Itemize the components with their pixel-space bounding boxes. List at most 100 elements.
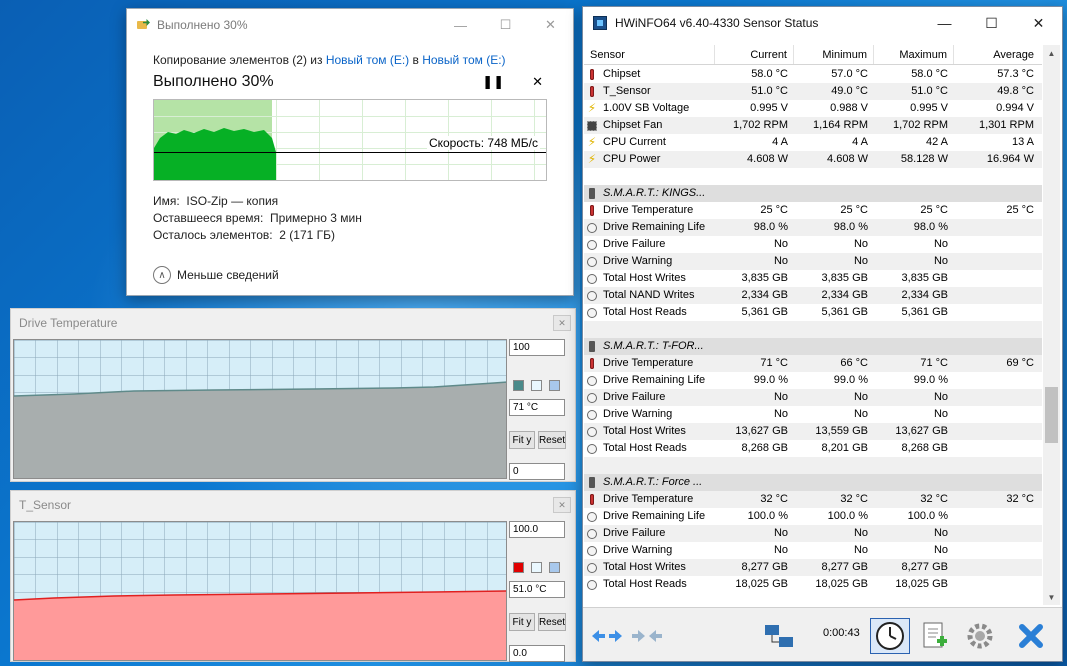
sensor-row[interactable]: Drive Failure No No No bbox=[584, 236, 1042, 253]
sensor-row[interactable]: Drive Failure No No No bbox=[584, 525, 1042, 542]
graph-min-value[interactable]: 0.0 bbox=[509, 645, 565, 662]
dest-link[interactable]: Новый том (E:) bbox=[422, 53, 505, 67]
sensor-row[interactable]: Total NAND Writes 2,334 GB 2,334 GB 2,334 G… bbox=[584, 287, 1042, 304]
settings-icon[interactable] bbox=[960, 618, 1000, 654]
sensor-row[interactable]: Drive Warning No No No bbox=[584, 406, 1042, 423]
sensor-row[interactable]: Drive Warning No No No bbox=[584, 253, 1042, 270]
col-header-current[interactable]: Current bbox=[715, 45, 794, 64]
name-label: Имя: bbox=[153, 194, 180, 208]
sensor-row[interactable]: Drive Remaining Life 100.0 % 100.0 % 100.0 … bbox=[584, 508, 1042, 525]
sensor-row[interactable]: Drive Temperature 32 °C 32 °C 32 °C 32 °C bbox=[584, 491, 1042, 508]
sensor-row[interactable] bbox=[584, 321, 1042, 338]
sensor-row[interactable]: Chipset Fan 1,702 RPM 1,164 RPM 1,702 RPM 1,… bbox=[584, 117, 1042, 134]
vertical-scrollbar[interactable]: ▲ ▼ bbox=[1043, 45, 1060, 605]
sensor-row[interactable]: Chipset 58.0 °C 57.0 °C 58.0 °C 57.3 °C bbox=[584, 66, 1042, 83]
drive-icon-glyph bbox=[589, 477, 595, 488]
sensor-name-cell: T_Sensor bbox=[584, 83, 715, 100]
arrows-left-right-icon[interactable] bbox=[587, 618, 627, 654]
current-value: 18,025 GB bbox=[735, 578, 788, 590]
sensor-row[interactable]: ⚡ CPU Current 4 A 4 A 42 A 13 A bbox=[584, 134, 1042, 151]
source-link[interactable]: Новый том (E:) bbox=[326, 53, 409, 67]
scroll-thumb[interactable] bbox=[1045, 387, 1058, 443]
minimize-button[interactable]: — bbox=[438, 9, 483, 41]
pause-icon[interactable]: ❚❚ bbox=[482, 74, 504, 90]
sensor-row[interactable]: ⚡ 1.00V SB Voltage 0.995 V 0.988 V 0.995 V 0.… bbox=[584, 100, 1042, 117]
arrows-right-left-icon[interactable] bbox=[627, 618, 667, 654]
close-icon[interactable]: ✕ bbox=[553, 497, 571, 513]
sensor-name-cell: Drive Remaining Life bbox=[584, 219, 715, 236]
color-swatch[interactable] bbox=[513, 562, 524, 573]
sensor-row[interactable]: Total Host Writes 8,277 GB 8,277 GB 8,277 G… bbox=[584, 559, 1042, 576]
thermometer-icon-glyph bbox=[590, 86, 594, 97]
sensor-row[interactable]: Total Host Writes 13,627 GB 13,559 GB 13,62… bbox=[584, 423, 1042, 440]
col-header-sensor[interactable]: Sensor bbox=[584, 45, 715, 64]
current-value: 2,334 GB bbox=[741, 289, 788, 301]
graph-max-value[interactable]: 100 bbox=[509, 339, 565, 356]
sensor-name: Total Host Writes bbox=[603, 425, 686, 437]
close-x-icon[interactable] bbox=[1011, 618, 1051, 654]
sensor-name: 1.00V SB Voltage bbox=[603, 102, 690, 114]
color-swatch[interactable] bbox=[531, 562, 542, 573]
sensor-row[interactable]: Total Host Reads 8,268 GB 8,201 GB 8,268 GB bbox=[584, 440, 1042, 457]
col-header-minimum[interactable]: Minimum bbox=[794, 45, 874, 64]
sensor-group-row[interactable]: S.M.A.R.T.: T-FOR... bbox=[584, 338, 1042, 355]
clock-icon[interactable] bbox=[870, 618, 910, 654]
graph-min-value[interactable]: 0 bbox=[509, 463, 565, 480]
hwinfo-title-bar[interactable]: HWiNFO64 v6.40-4330 Sensor Status — ☐ ✕ bbox=[583, 7, 1062, 39]
sensor-row[interactable] bbox=[584, 457, 1042, 474]
color-swatch[interactable] bbox=[531, 380, 542, 391]
sensor-row[interactable]: Total Host Reads 18,025 GB 18,025 GB 18,025… bbox=[584, 576, 1042, 593]
close-button[interactable]: ✕ bbox=[1015, 7, 1062, 39]
scroll-down-icon[interactable]: ▼ bbox=[1043, 589, 1060, 605]
sensor-row[interactable]: Drive Failure No No No bbox=[584, 389, 1042, 406]
copy-title-bar[interactable]: Выполнено 30% — ☐ ✕ bbox=[127, 9, 573, 41]
circle-icon bbox=[584, 545, 600, 556]
graph-max-value[interactable]: 100.0 bbox=[509, 521, 565, 538]
minimum-value: 49.0 °C bbox=[831, 85, 868, 97]
sensor-name: Drive Remaining Life bbox=[603, 374, 706, 386]
less-details-button[interactable]: ∧ Меньше сведений bbox=[153, 266, 547, 284]
fit-y-button[interactable]: Fit y bbox=[509, 431, 535, 449]
sensor-row[interactable]: Drive Remaining Life 98.0 % 98.0 % 98.0 % bbox=[584, 219, 1042, 236]
close-icon[interactable]: ✕ bbox=[553, 315, 571, 331]
sensor-row[interactable]: Drive Remaining Life 99.0 % 99.0 % 99.0 % bbox=[584, 372, 1042, 389]
col-header-average[interactable]: Average bbox=[954, 45, 1040, 64]
color-swatch[interactable] bbox=[549, 562, 560, 573]
current-value bbox=[715, 321, 794, 338]
fit-y-button[interactable]: Fit y bbox=[509, 613, 535, 631]
sensor-name: Drive Failure bbox=[603, 527, 666, 539]
sensor-row[interactable]: Total Host Writes 3,835 GB 3,835 GB 3,835 G… bbox=[584, 270, 1042, 287]
close-button[interactable]: ✕ bbox=[528, 9, 573, 41]
color-swatch[interactable] bbox=[513, 380, 524, 391]
sensor-row[interactable]: Drive Temperature 71 °C 66 °C 71 °C 69 °C bbox=[584, 355, 1042, 372]
maximize-button[interactable]: ☐ bbox=[483, 9, 528, 41]
network-icon[interactable] bbox=[759, 618, 799, 654]
sensor-row[interactable]: Drive Temperature 25 °C 25 °C 25 °C 25 °C bbox=[584, 202, 1042, 219]
reset-button[interactable]: Reset bbox=[538, 431, 566, 449]
circle-icon bbox=[584, 273, 600, 284]
sensor-row[interactable]: ⚡ CPU Power 4.608 W 4.608 W 58.128 W 16.964 W bbox=[584, 151, 1042, 168]
current-value: No bbox=[773, 391, 788, 403]
sensor-row[interactable]: Total Host Reads 5,361 GB 5,361 GB 5,361 GB bbox=[584, 304, 1042, 321]
reset-button[interactable]: Reset bbox=[538, 613, 566, 631]
settings-svg bbox=[967, 623, 993, 649]
minimize-button[interactable]: — bbox=[921, 7, 968, 39]
thermometer-icon bbox=[584, 205, 600, 216]
sensor-row[interactable]: T_Sensor 51.0 °C 49.0 °C 51.0 °C 49.8 °C bbox=[584, 83, 1042, 100]
sensor-name: Total Host Writes bbox=[603, 272, 686, 284]
maximize-button[interactable]: ☐ bbox=[968, 7, 1015, 39]
sensor-name-cell: Drive Temperature bbox=[584, 355, 715, 372]
color-swatch[interactable] bbox=[549, 380, 560, 391]
add-report-icon[interactable] bbox=[915, 618, 955, 654]
graph-window-drive-temperature: Drive Temperature ✕ 100 71 °C Fit y Rese… bbox=[10, 308, 576, 482]
sensor-group-row[interactable]: S.M.A.R.T.: Force ... bbox=[584, 474, 1042, 491]
close-icon[interactable]: ✕ bbox=[532, 74, 543, 90]
sensor-name: Drive Temperature bbox=[603, 357, 694, 369]
sensor-group-row[interactable]: S.M.A.R.T.: KINGS... bbox=[584, 185, 1042, 202]
scroll-up-icon[interactable]: ▲ bbox=[1043, 45, 1060, 61]
sensor-row[interactable] bbox=[584, 168, 1042, 185]
col-header-maximum[interactable]: Maximum bbox=[874, 45, 954, 64]
sensor-name: Total Host Writes bbox=[603, 561, 686, 573]
current-value: 3,835 GB bbox=[741, 272, 788, 284]
sensor-row[interactable]: Drive Warning No No No bbox=[584, 542, 1042, 559]
